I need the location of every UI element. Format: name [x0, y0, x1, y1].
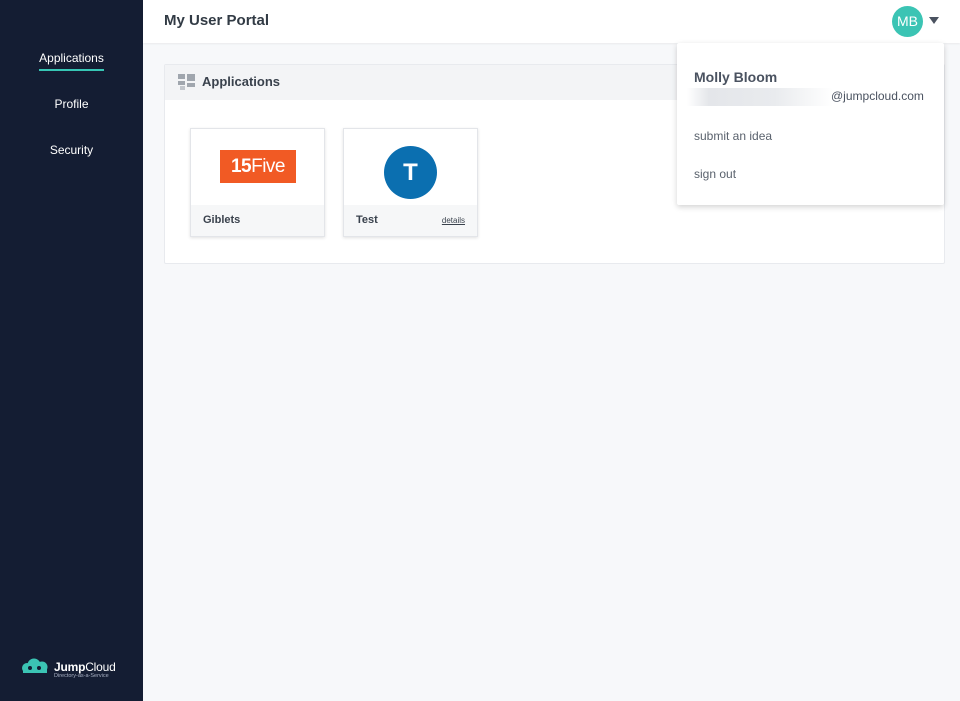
caret-down-icon[interactable]: [929, 17, 939, 24]
avatar[interactable]: MB: [892, 6, 923, 37]
details-link[interactable]: details: [442, 216, 465, 225]
app-logo-15five: 15Five: [220, 150, 296, 183]
submit-idea-item[interactable]: submit an idea: [694, 129, 772, 143]
sidebar-item-label: Applications: [39, 51, 104, 71]
sidebar: Applications Profile Security JumpCloud …: [0, 0, 143, 701]
user-name: Molly Bloom: [694, 69, 778, 85]
card-footer: Giblets: [191, 205, 324, 236]
brand-name: JumpCloud: [54, 660, 116, 674]
sidebar-item-profile[interactable]: Profile: [0, 97, 143, 115]
user-email: @jumpcloud.com: [831, 89, 924, 103]
card-footer: Test details: [344, 205, 477, 236]
app-name: Test: [356, 214, 378, 226]
jumpcloud-logo: JumpCloud Directory-as-a-Service: [20, 657, 130, 681]
sidebar-item-applications[interactable]: Applications: [0, 51, 143, 71]
sign-out-item[interactable]: sign out: [694, 167, 736, 181]
sidebar-item-label: Profile: [54, 97, 89, 111]
grid-tiles-icon: [178, 74, 195, 90]
email-redaction: [687, 88, 833, 106]
app-logo-test: T: [384, 146, 437, 199]
panel-title: Applications: [202, 74, 281, 89]
sidebar-item-label: Security: [49, 143, 94, 157]
app-card-giblets[interactable]: 15Five Giblets: [190, 128, 325, 237]
app-name: Giblets: [203, 214, 241, 226]
page-title: My User Portal: [164, 12, 270, 29]
brand-tagline: Directory-as-a-Service: [54, 673, 109, 679]
app-card-test[interactable]: T Test details: [343, 128, 478, 237]
cloud-icon: [22, 658, 48, 673]
user-menu: Molly Bloom @jumpcloud.com submit an ide…: [677, 43, 944, 205]
top-header: My User Portal MB: [143, 0, 960, 43]
sidebar-item-security[interactable]: Security: [0, 143, 143, 161]
